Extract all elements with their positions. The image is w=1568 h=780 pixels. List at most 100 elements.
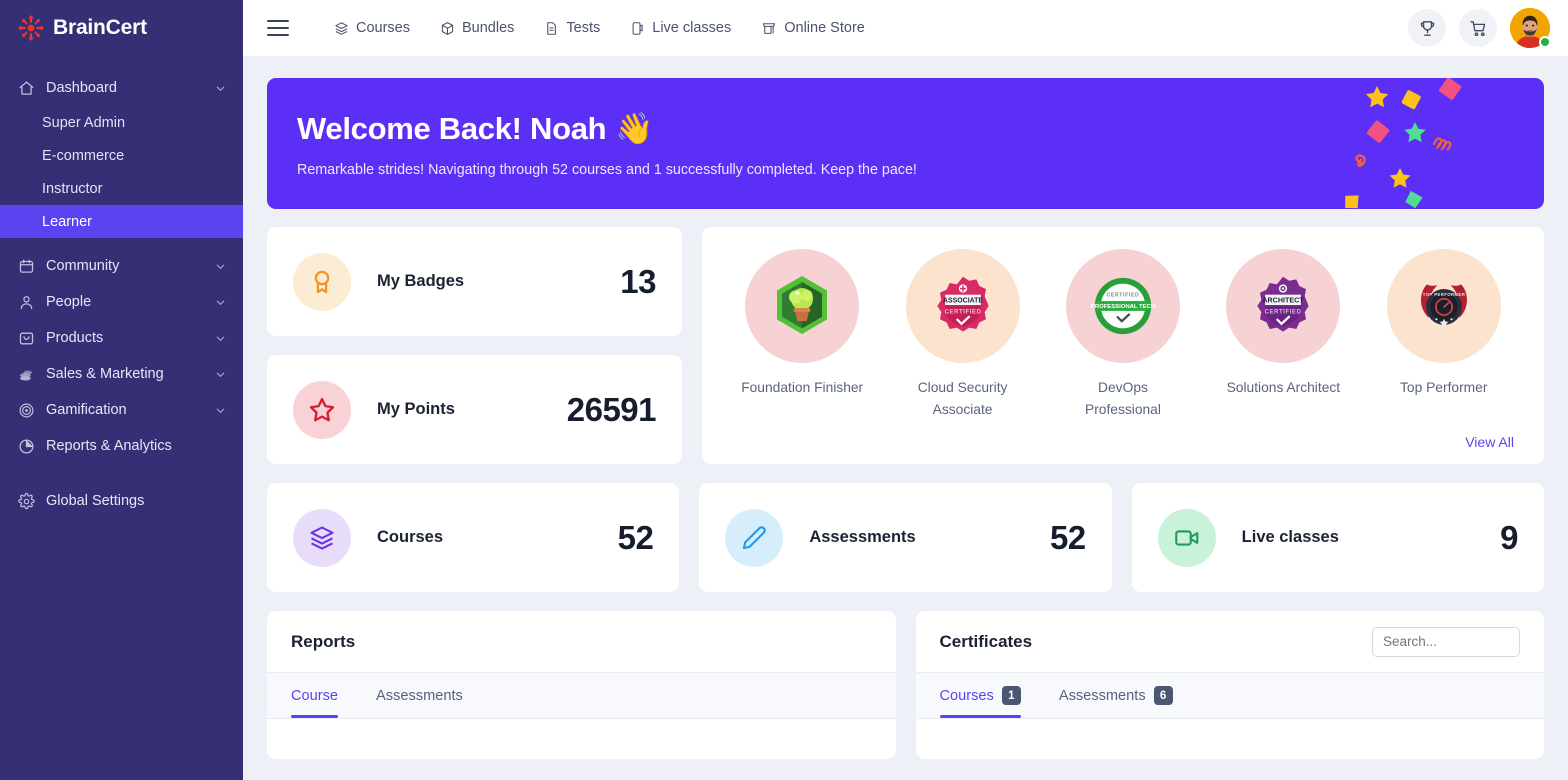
layers-stack-icon	[293, 508, 351, 567]
badge-name: Foundation Finisher	[741, 380, 864, 395]
plant-hexagon-glyph	[777, 276, 828, 334]
sidebar-subitem-instructor[interactable]: Instructor	[0, 172, 243, 205]
badge-item[interactable]: PROFESSIONAL TECH CERTIFIED DevOps Profe…	[1043, 249, 1203, 421]
layers-stack-glyph	[310, 525, 334, 550]
tab-assessments[interactable]: Assessments	[376, 673, 477, 718]
panels-row: Reports Course Assessments Certificates …	[267, 611, 1544, 759]
sidebar-item-label: Reports & Analytics	[46, 438, 172, 454]
store-icon	[763, 22, 776, 34]
svg-text:CERTIFIED: CERTIFIED	[1107, 293, 1140, 299]
top-performer-laurel-badge-icon: TOP PERFORMER	[1386, 249, 1501, 363]
topnav-item-online-store[interactable]: Online Store	[746, 20, 880, 36]
home-icon	[19, 80, 34, 95]
main-area: Courses Bundles Tests Live classes Onlin…	[243, 0, 1568, 780]
app-root: BrainCert Dashboard Super Admin E-commer…	[0, 0, 1568, 780]
tab-courses[interactable]: Courses 1	[939, 673, 1035, 718]
pencil-icon	[725, 508, 784, 567]
badge-name: Solutions Architect	[1226, 380, 1341, 395]
professional-tech-glyph: PROFESSIONAL TECH CERTIFIED	[1091, 277, 1155, 335]
sidebar-item-global-settings[interactable]: Global Settings	[0, 483, 243, 519]
sidebar-subitem-learner[interactable]: Learner	[0, 205, 243, 238]
pie-chart-icon	[19, 438, 34, 454]
architect-certified-glyph: ARCHITECT CERTIFIED	[1257, 276, 1310, 332]
waving-hand-icon: 👋	[615, 111, 654, 146]
pencil-glyph	[743, 525, 767, 549]
tab-assessments[interactable]: Assessments 6	[1059, 673, 1187, 718]
star-glyph	[309, 397, 335, 421]
assessments-card[interactable]: Assessments 52	[699, 483, 1112, 592]
sidebar-item-dashboard[interactable]: Dashboard	[0, 70, 243, 106]
my-points-card[interactable]: My Points 26591	[267, 355, 682, 464]
braincert-snowflake-logo-icon	[18, 15, 44, 41]
courses-card[interactable]: Courses 52	[267, 483, 680, 592]
sidebar-item-people[interactable]: People	[0, 284, 243, 320]
sidebar-subitem-e-commerce[interactable]: E-commerce	[0, 139, 243, 172]
sidebar-item-label: Dashboard	[46, 80, 117, 96]
reports-panel-body	[267, 719, 896, 759]
welcome-title-text: Welcome Back! Noah	[297, 110, 607, 146]
tab-count-badge: 1	[1001, 686, 1021, 705]
calendar-icon	[19, 259, 34, 273]
reports-title: Reports	[291, 631, 356, 651]
sidebar-item-sales-marketing[interactable]: Sales & Marketing	[0, 356, 243, 392]
badge-item[interactable]: ARCHITECT CERTIFIED Solutions Architect	[1203, 249, 1363, 399]
hamburger-icon[interactable]	[267, 20, 289, 36]
courses-value: 52	[617, 518, 654, 556]
target-icon	[19, 403, 34, 417]
sidebar-item-label: People	[46, 294, 92, 310]
sidebar-item-label: Products	[46, 330, 104, 346]
topnav-item-tests[interactable]: Tests	[529, 20, 615, 36]
topnav-item-live-classes[interactable]: Live classes	[615, 20, 746, 36]
brand-logo[interactable]: BrainCert	[0, 0, 243, 56]
avatar[interactable]	[1510, 8, 1551, 48]
topbar-actions	[1408, 8, 1551, 48]
sidebar-subitem-super-admin[interactable]: Super Admin	[0, 106, 243, 139]
topnav-label: Courses	[356, 20, 410, 36]
sidebar-item-gamification[interactable]: Gamification	[0, 392, 243, 428]
coins-icon	[20, 370, 33, 381]
live-classes-label: Live classes	[1241, 528, 1339, 546]
gear-icon	[18, 492, 35, 509]
chevron-down-icon	[216, 336, 225, 341]
badge-name: DevOps Professional	[1085, 380, 1161, 417]
svg-text:ARCHITECT: ARCHITECT	[1263, 297, 1305, 305]
presence-indicator	[1539, 36, 1551, 48]
file-icon	[547, 21, 557, 35]
badge-item[interactable]: Foundation Finisher	[722, 249, 882, 399]
trophy-button[interactable]	[1408, 9, 1446, 47]
sidebar-subitem-label: Learner	[42, 213, 92, 230]
welcome-title: Welcome Back! Noah 👋	[297, 110, 1514, 147]
topnav-item-bundles[interactable]: Bundles	[425, 20, 529, 36]
chevron-down-icon	[216, 264, 225, 269]
cart-button[interactable]	[1459, 9, 1497, 47]
reports-panel-header: Reports	[267, 611, 896, 673]
secondary-stats-row: Courses 52 Assessments 52 Live classes 9	[267, 483, 1544, 592]
tab-label: Assessments	[1058, 687, 1146, 704]
certificates-panel-body	[915, 719, 1544, 759]
topnav-item-courses[interactable]: Courses	[319, 20, 425, 36]
sidebar-item-reports-analytics[interactable]: Reports & Analytics	[0, 428, 243, 464]
badge-item[interactable]: TOP PERFORMER Top Performer	[1364, 249, 1524, 399]
sidebar-nav: Dashboard Super Admin E-commerce Instruc…	[0, 56, 243, 519]
certificates-search-input[interactable]	[1372, 626, 1520, 657]
star-outline-icon	[293, 380, 351, 439]
sidebar-item-label: Community	[46, 258, 120, 274]
tab-course[interactable]: Course	[291, 673, 352, 718]
live-classes-card[interactable]: Live classes 9	[1131, 483, 1544, 592]
my-badges-card[interactable]: My Badges 13	[267, 227, 682, 336]
badge-item[interactable]: ASSOCIATE CERTIFIED Cloud Security Assoc…	[883, 249, 1043, 421]
cart-icon	[1469, 20, 1485, 36]
chevron-down-icon	[216, 300, 225, 305]
chevron-down-icon	[216, 86, 225, 91]
associate-certified-glyph: ASSOCIATE CERTIFIED	[936, 276, 989, 332]
topnav-label: Tests	[566, 20, 601, 36]
topbar: Courses Bundles Tests Live classes Onlin…	[243, 0, 1568, 56]
sidebar-item-label: Global Settings	[46, 493, 145, 509]
tab-label: Course	[291, 687, 339, 704]
certificates-tabs: Courses 1 Assessments 6	[915, 673, 1544, 719]
sidebar-item-products[interactable]: Products	[0, 320, 243, 356]
certificates-panel: Certificates Courses 1 Assessments 6	[915, 611, 1544, 759]
view-all-badges-link[interactable]: View All	[722, 434, 1524, 450]
sidebar-item-community[interactable]: Community	[0, 248, 243, 284]
svg-text:PROFESSIONAL TECH: PROFESSIONAL TECH	[1091, 304, 1155, 310]
